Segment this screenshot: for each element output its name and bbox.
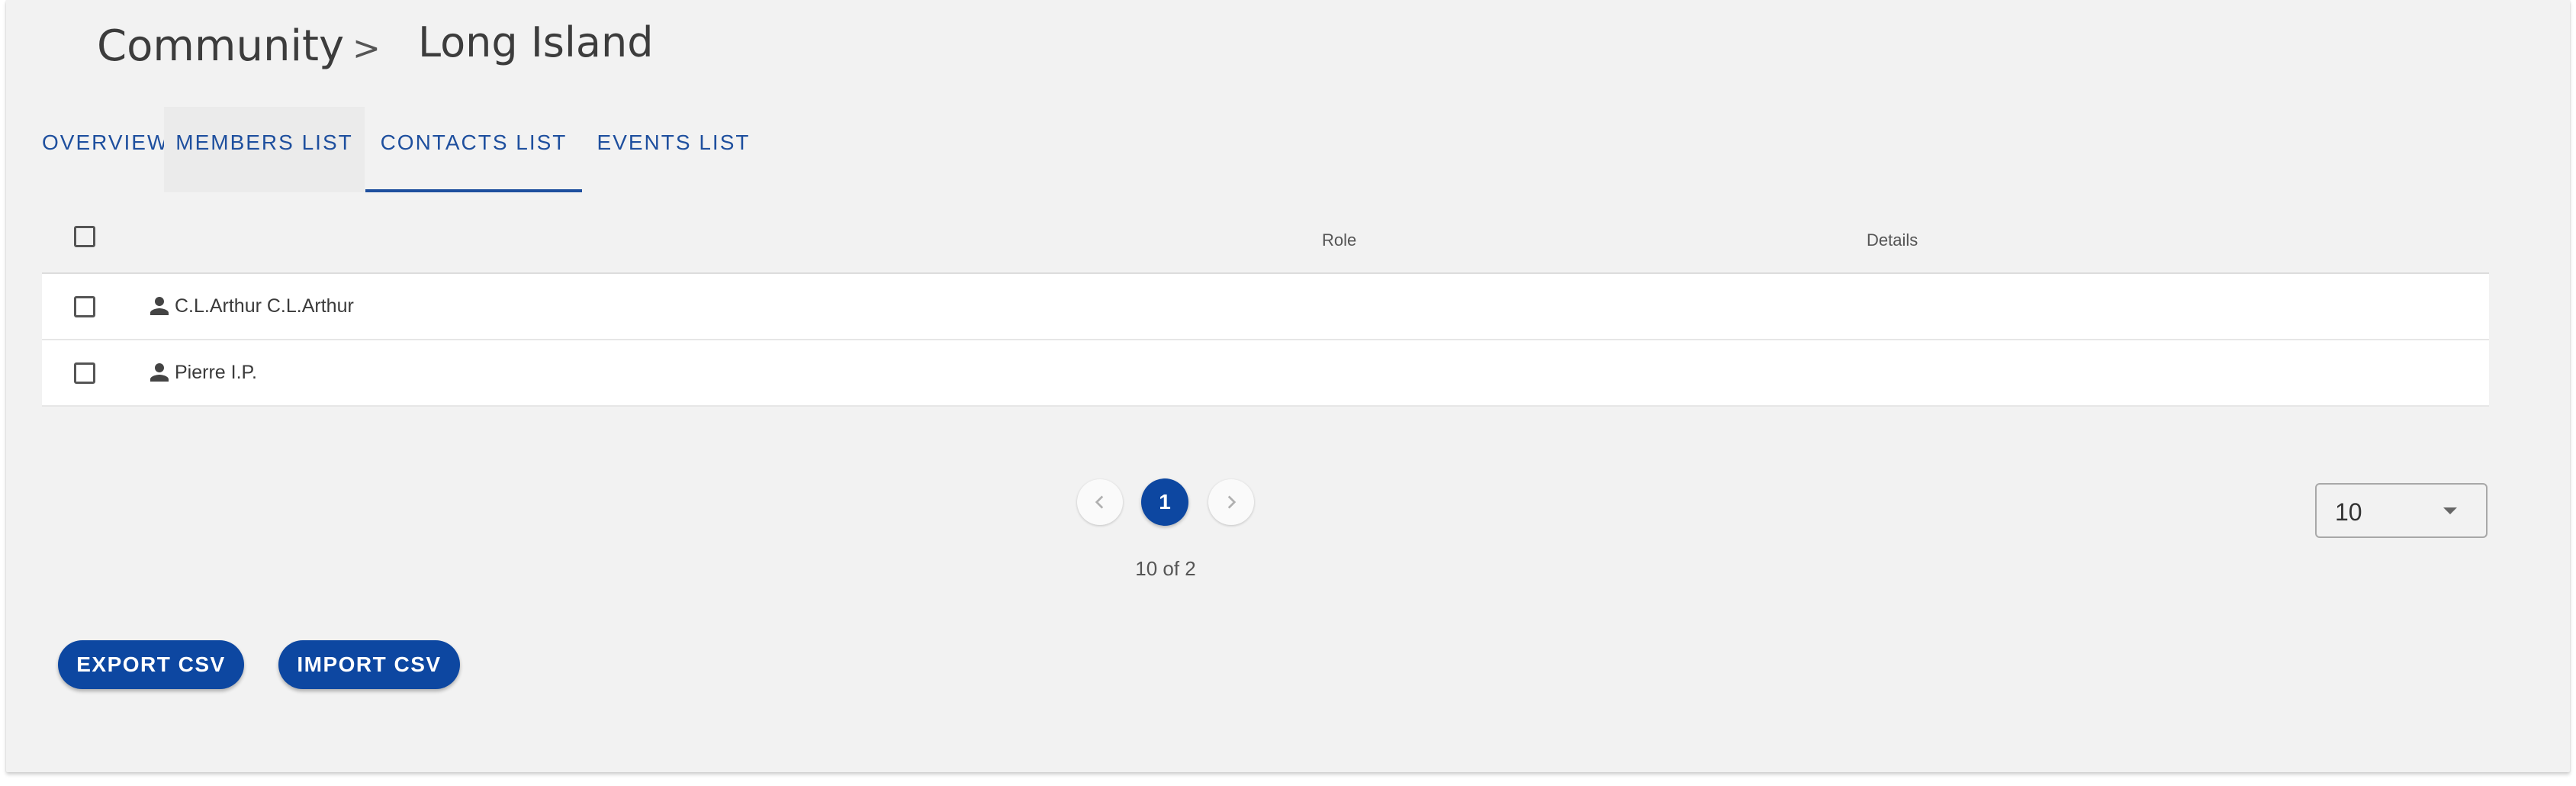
details-column-header: Details [1867, 230, 1918, 250]
table-row[interactable]: Pierre I.P. [42, 340, 2489, 407]
table-row[interactable]: C.L.Arthur C.L.Arthur [42, 274, 2489, 340]
breadcrumb-community-link[interactable]: Community [97, 21, 344, 71]
person-icon [150, 297, 169, 315]
contacts-card: Community > Long Island OVERVIEW MEMBERS… [6, 0, 2570, 772]
caret-down-icon [2443, 507, 2457, 514]
tab-contacts-list[interactable]: CONTACTS LIST [365, 107, 582, 192]
page-size-select[interactable]: 10 [2315, 483, 2488, 538]
person-icon [150, 363, 169, 382]
tab-overview[interactable]: OVERVIEW [42, 107, 167, 192]
pagination-info: 10 of 2 [1135, 557, 1196, 580]
contact-name: C.L.Arthur C.L.Arthur [175, 295, 354, 317]
breadcrumb-separator: > [352, 29, 381, 68]
table-header: Role Details [42, 198, 2489, 274]
export-csv-button[interactable]: EXPORT CSV [58, 640, 244, 689]
contacts-table: Role Details C.L.Arthur C.L.Arthur Pierr… [42, 198, 2489, 407]
page-1-button[interactable]: 1 [1141, 478, 1188, 526]
chevron-right-icon [1227, 495, 1237, 509]
page-size-value: 10 [2335, 498, 2362, 526]
select-all-checkbox[interactable] [74, 226, 95, 247]
page-title: Long Island [418, 18, 654, 66]
import-csv-button[interactable]: IMPORT CSV [278, 640, 460, 689]
previous-page-button[interactable] [1077, 479, 1123, 525]
tab-members-list[interactable]: MEMBERS LIST [164, 107, 365, 192]
row-checkbox[interactable] [74, 296, 95, 317]
tab-events-list[interactable]: EVENTS LIST [585, 107, 762, 192]
contact-name: Pierre I.P. [175, 361, 257, 383]
contact-name-cell: Pierre I.P. [146, 359, 257, 386]
contact-name-cell: C.L.Arthur C.L.Arthur [146, 292, 354, 320]
role-column-header: Role [1322, 230, 1357, 250]
next-page-button[interactable] [1208, 479, 1254, 525]
row-checkbox[interactable] [74, 362, 95, 384]
chevron-left-icon [1095, 495, 1104, 509]
